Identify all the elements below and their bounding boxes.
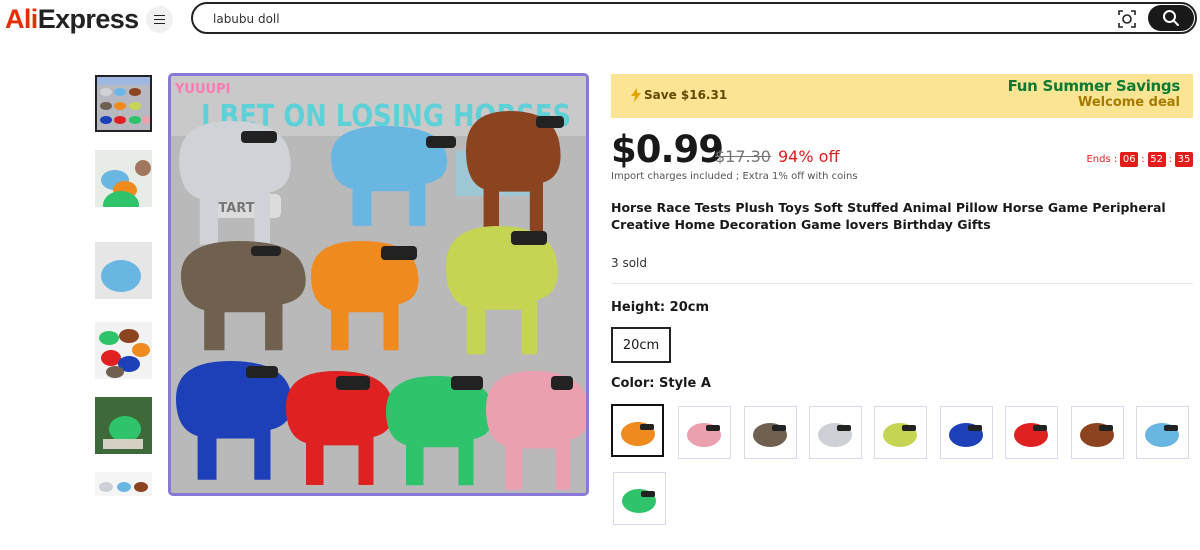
save-label: Save $16.31 [631, 88, 727, 102]
main-image-brand-text: YUUUPI [174, 82, 230, 97]
thumbnail-1[interactable] [95, 75, 152, 132]
sold-count: 3 sold [611, 256, 647, 270]
fun-summer-savings: Fun Summer Savings Welcome deal [1007, 77, 1181, 110]
color-swatch-style-c[interactable] [744, 406, 797, 459]
fun-summer-title: Fun Summer Savings [1007, 77, 1181, 95]
thumbnail-4[interactable] [95, 322, 152, 379]
thumbnail-3[interactable] [95, 242, 152, 299]
color-swatch-style-h[interactable] [1071, 406, 1124, 459]
color-swatch-style-i[interactable] [1136, 406, 1189, 459]
original-price: $17.30 [715, 147, 771, 166]
thumbnail-5[interactable] [95, 397, 152, 454]
search-input[interactable] [213, 8, 1093, 30]
color-swatch-style-j[interactable] [613, 472, 666, 525]
color-swatch-style-b[interactable] [678, 406, 731, 459]
menu-button[interactable] [146, 6, 173, 33]
color-label: Color: Style A [611, 376, 711, 391]
search-icon [1163, 10, 1179, 26]
lightning-icon [631, 88, 641, 102]
image-search-icon[interactable] [1117, 9, 1137, 29]
countdown-separator: : [1141, 154, 1145, 165]
product-title: Horse Race Tests Plush Toys Soft Stuffed… [611, 200, 1166, 232]
search-button[interactable] [1148, 5, 1194, 31]
welcome-deal-label: Welcome deal [1077, 95, 1180, 110]
countdown-seconds: 35 [1175, 152, 1193, 167]
height-label: Height: 20cm [611, 300, 709, 315]
deal-countdown: Ends : 06 : 52 : 35 [1086, 152, 1193, 167]
color-swatch-style-d[interactable] [809, 406, 862, 459]
color-swatch-style-g[interactable] [1005, 406, 1058, 459]
aliexpress-logo[interactable]: AliExpress [5, 4, 139, 35]
main-product-image[interactable]: YUUUPI I BET ON LOSING HORSES START [168, 73, 589, 496]
thumbnail-6[interactable] [95, 472, 152, 496]
countdown-separator: : [1168, 154, 1172, 165]
discount-percent: 94% off [778, 147, 840, 166]
color-swatch-style-f[interactable] [940, 406, 993, 459]
price-note: Import charges included ; Extra 1% off w… [611, 171, 858, 182]
divider [611, 283, 1193, 284]
menu-icon [154, 15, 165, 24]
ends-label: Ends : [1086, 154, 1118, 165]
promo-banner: Save $16.31 Fun Summer Savings Welcome d… [611, 74, 1193, 118]
color-swatch-style-e[interactable] [874, 406, 927, 459]
thumbnail-2[interactable] [95, 150, 152, 207]
color-swatch-style-a[interactable] [611, 404, 664, 457]
current-price: $0.99 [611, 128, 724, 171]
search-bar [191, 2, 1197, 34]
countdown-hours: 06 [1120, 152, 1139, 167]
countdown-minutes: 52 [1147, 152, 1166, 167]
height-option-20cm[interactable]: 20cm [611, 327, 671, 363]
